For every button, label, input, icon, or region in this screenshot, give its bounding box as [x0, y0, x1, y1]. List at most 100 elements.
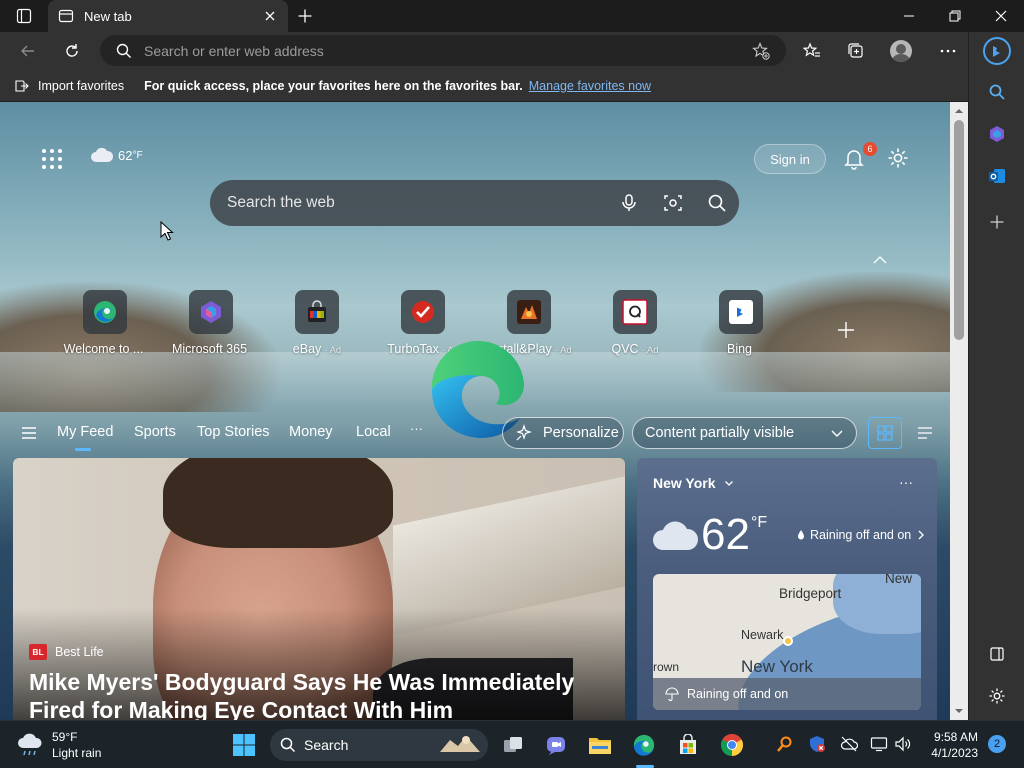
sidebar-outlook-button[interactable]	[983, 162, 1011, 190]
edge-taskbar-button[interactable]	[628, 729, 660, 761]
taskbar-search-box[interactable]: Search	[270, 729, 488, 761]
refresh-button[interactable]	[58, 37, 86, 65]
tray-security-button[interactable]	[806, 733, 828, 755]
weather-condition[interactable]: Raining off and on	[797, 528, 925, 542]
scrollbar-thumb[interactable]	[954, 120, 964, 340]
voice-search-button[interactable]	[607, 181, 651, 225]
content-visibility-dropdown[interactable]: Content partially visible	[632, 417, 857, 449]
star-plus-icon	[752, 41, 770, 60]
personalize-button[interactable]: Personalize	[502, 417, 624, 449]
quick-link-label: Welcome to ...	[63, 342, 144, 356]
chevron-up-icon[interactable]	[870, 252, 890, 268]
cloud-icon	[91, 147, 114, 162]
clock-time: 9:58 AM	[933, 730, 978, 744]
grid-icon	[877, 425, 893, 441]
tab-actions-button[interactable]	[8, 4, 40, 28]
back-button[interactable]	[14, 37, 42, 65]
edge-sidebar	[968, 32, 1024, 720]
ebay-icon	[308, 300, 326, 322]
map-condition-label: Raining off and on	[687, 687, 789, 701]
microsoft-store-button[interactable]	[672, 729, 704, 761]
source-name: Best Life	[55, 645, 104, 659]
tab-local[interactable]: Local	[356, 424, 391, 440]
settings-and-more-button[interactable]	[934, 37, 962, 65]
sidebar-settings-button[interactable]	[983, 682, 1011, 710]
favorites-button[interactable]	[798, 37, 826, 65]
notification-center-badge[interactable]: 2	[988, 735, 1006, 753]
quick-link-bing[interactable]: Bing	[688, 290, 794, 356]
web-search-box[interactable]: Search the web	[210, 180, 739, 226]
scroll-up-arrow-icon[interactable]	[954, 106, 964, 116]
close-tab-icon[interactable]	[262, 8, 278, 24]
profile-avatar[interactable]	[890, 40, 912, 62]
sidebar-search-button[interactable]	[983, 78, 1011, 106]
tab-top-stories[interactable]: Top Stories	[197, 424, 270, 440]
weather-mini[interactable]: 62 °F	[90, 147, 143, 163]
weather-location-dropdown[interactable]: New York	[653, 475, 734, 491]
task-view-button[interactable]	[497, 729, 529, 761]
tab-my-feed[interactable]: My Feed	[57, 424, 113, 451]
turbotax-icon	[412, 301, 434, 323]
add-favorite-button[interactable]	[750, 40, 772, 62]
hero-headline[interactable]: Mike Myers' Bodyguard Says He Was Immedi…	[29, 668, 609, 720]
hamburger-menu-icon[interactable]	[20, 425, 38, 441]
tab-sports[interactable]: Sports	[134, 424, 176, 440]
import-favorites-label: Import favorites	[38, 78, 125, 93]
quick-link-ebay[interactable]: eBay · Ad	[264, 290, 370, 356]
weather-card[interactable]: New York ··· 62 °F Raining off and on Br…	[637, 458, 937, 720]
page-scrollbar[interactable]	[950, 102, 968, 720]
taskbar-clock[interactable]: 9:58 AM 4/1/2023	[922, 729, 978, 761]
sidebar-add-button[interactable]	[983, 208, 1011, 236]
hide-sidebar-button[interactable]	[983, 640, 1011, 668]
app-launcher-icon[interactable]	[40, 148, 64, 170]
gear-icon[interactable]	[886, 146, 910, 170]
search-icon	[989, 84, 1005, 100]
cloud-off-icon	[840, 736, 858, 752]
quick-links: Welcome to ... Microsoft 365 eBay · Ad Tu…	[52, 290, 792, 360]
restore-button[interactable]	[932, 0, 978, 32]
chrome-button[interactable]	[716, 729, 748, 761]
web-search-submit-button[interactable]	[695, 181, 739, 225]
tray-display-button[interactable]	[868, 733, 890, 755]
file-explorer-button[interactable]	[584, 729, 616, 761]
add-quick-link-icon[interactable]	[836, 320, 856, 340]
visual-search-button[interactable]	[651, 181, 695, 225]
scroll-down-arrow-icon[interactable]	[954, 706, 964, 716]
grid-layout-button[interactable]	[868, 417, 902, 449]
weather-unit: °F	[751, 514, 768, 531]
taskbar-weather-widget[interactable]: 59°F Light rain	[16, 729, 101, 761]
weather-mini-unit: °F	[132, 149, 143, 161]
quick-link-tile	[613, 290, 657, 334]
address-bar[interactable]: Search or enter web address	[100, 35, 786, 66]
sidebar-microsoft365-button[interactable]	[983, 120, 1011, 148]
bing-chat-button[interactable]	[981, 34, 1013, 68]
quick-link-qvc[interactable]: QVC · Ad	[582, 290, 688, 356]
qvc-icon	[622, 299, 648, 325]
sign-in-button[interactable]: Sign in	[754, 144, 826, 174]
quick-link-welcome[interactable]: Welcome to ...	[52, 290, 158, 356]
tab-money[interactable]: Money	[289, 424, 333, 440]
quick-link-microsoft365[interactable]: Microsoft 365	[158, 290, 264, 356]
weather-map[interactable]: Bridgeport Newark New York New rown Rain…	[653, 574, 921, 710]
weather-more-button[interactable]: ···	[899, 474, 913, 490]
collections-button[interactable]	[842, 37, 870, 65]
quick-link-tile	[189, 290, 233, 334]
windows-start-icon	[233, 734, 255, 756]
bing-chat-icon	[983, 37, 1011, 65]
teams-chat-button[interactable]	[540, 729, 572, 761]
start-button[interactable]	[228, 729, 260, 761]
shield-icon	[810, 736, 825, 752]
tray-volume-button[interactable]	[892, 733, 914, 755]
minimize-button[interactable]	[886, 0, 932, 32]
close-window-button[interactable]	[978, 0, 1024, 32]
new-tab-button[interactable]	[292, 4, 318, 28]
more-tabs-button[interactable]: ···	[410, 421, 423, 436]
list-layout-button[interactable]	[910, 417, 940, 449]
tray-network-button[interactable]	[838, 733, 860, 755]
manage-favorites-link[interactable]: Manage favorites now	[529, 79, 651, 93]
hero-news-card[interactable]: BL Best Life Mike Myers' Bodyguard Says …	[13, 458, 625, 720]
tray-app-button[interactable]	[774, 733, 796, 755]
windows-taskbar: 59°F Light rain Search 9:58 AM 4/1/2023 …	[0, 720, 1024, 768]
tab-new-tab[interactable]: New tab	[48, 0, 288, 32]
import-favorites-button[interactable]: Import favorites	[14, 78, 124, 94]
